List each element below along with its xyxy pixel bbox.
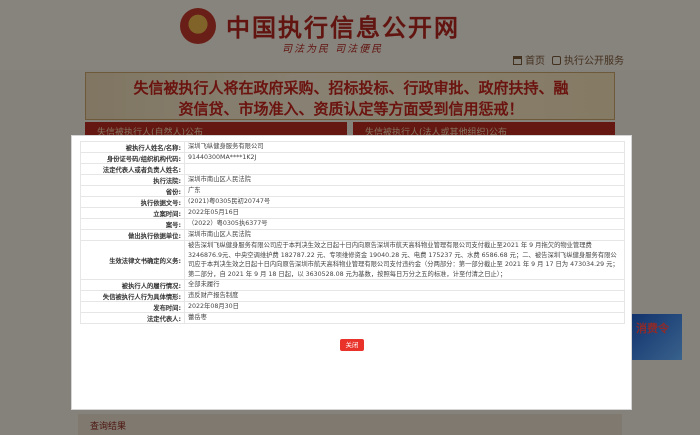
detail-row: 发布时间: 2022年08月30日 — [80, 301, 625, 313]
detail-row-label: 法定代表人或者负责人姓名: — [80, 163, 185, 175]
detail-row-label: 执行法院: — [80, 174, 185, 186]
detail-row-value: 2022年08月30日 — [184, 301, 625, 313]
detail-table: 被执行人姓名/名称: 深圳飞纵健身服务有限公司 身份证号码/组织机构代码: 91440… — [80, 141, 625, 324]
detail-row: 省份: 广东 — [80, 185, 625, 197]
detail-row-label: 失信被执行人行为具体情形: — [80, 290, 185, 302]
detail-row-label: 法定代表人: — [80, 312, 185, 324]
detail-row: 被执行人姓名/名称: 深圳飞纵健身服务有限公司 — [80, 141, 625, 153]
detail-row: 失信被执行人行为具体情形: 违反财产报告制度 — [80, 290, 625, 302]
detail-row: 立案时间: 2022年05月16日 — [80, 207, 625, 219]
detail-row-value: 深圳飞纵健身服务有限公司 — [184, 141, 625, 153]
detail-row: 被执行人的履行情况: 全部未履行 — [80, 279, 625, 291]
detail-row: 法定代表人: 蕾岳枣 — [80, 312, 625, 324]
detail-row: 执行法院: 深圳市南山区人民法院 — [80, 174, 625, 186]
detail-row-value: 91440300MA****1K2J — [184, 152, 625, 164]
detail-row-value: 被告深圳飞纵健身服务有限公司应于本判决生效之日起十日内向原告深圳市航天高科物业管… — [184, 240, 625, 280]
detail-dialog: 被执行人姓名/名称: 深圳飞纵健身服务有限公司 身份证号码/组织机构代码: 91440… — [71, 135, 632, 410]
detail-row-label: 立案时间: — [80, 207, 185, 219]
detail-row-label: 被执行人姓名/名称: — [80, 141, 185, 153]
detail-row-label: 生效法律文书确定的义务: — [80, 240, 185, 280]
detail-row: 执行依据文号: (2021)粤0305民初20747号 — [80, 196, 625, 208]
detail-row-label: 做出执行依据单位: — [80, 229, 185, 241]
detail-row-label: 被执行人的履行情况: — [80, 279, 185, 291]
detail-row-value: 广东 — [184, 185, 625, 197]
detail-row: 身份证号码/组织机构代码: 91440300MA****1K2J — [80, 152, 625, 164]
detail-row-value — [184, 163, 625, 175]
detail-row-value: 蕾岳枣 — [184, 312, 625, 324]
detail-row: 生效法律文书确定的义务: 被告深圳飞纵健身服务有限公司应于本判决生效之日起十日内向… — [80, 240, 625, 280]
detail-row-label: 发布时间: — [80, 301, 185, 313]
detail-row: 案号: （2022）粤0305执6377号 — [80, 218, 625, 230]
detail-row-label: 身份证号码/组织机构代码: — [80, 152, 185, 164]
detail-row-value: 违反财产报告制度 — [184, 290, 625, 302]
detail-row: 做出执行依据单位: 深圳市南山区人民法院 — [80, 229, 625, 241]
detail-row-label: 执行依据文号: — [80, 196, 185, 208]
detail-row-value: 全部未履行 — [184, 279, 625, 291]
detail-row-label: 案号: — [80, 218, 185, 230]
detail-row-value: 深圳市南山区人民法院 — [184, 229, 625, 241]
detail-row-value: （2022）粤0305执6377号 — [184, 218, 625, 230]
detail-row-value: (2021)粤0305民初20747号 — [184, 196, 625, 208]
detail-row: 法定代表人或者负责人姓名: — [80, 163, 625, 175]
detail-row-value: 深圳市南山区人民法院 — [184, 174, 625, 186]
detail-row-label: 省份: — [80, 185, 185, 197]
close-button[interactable]: 关闭 — [340, 339, 364, 351]
detail-row-value: 2022年05月16日 — [184, 207, 625, 219]
